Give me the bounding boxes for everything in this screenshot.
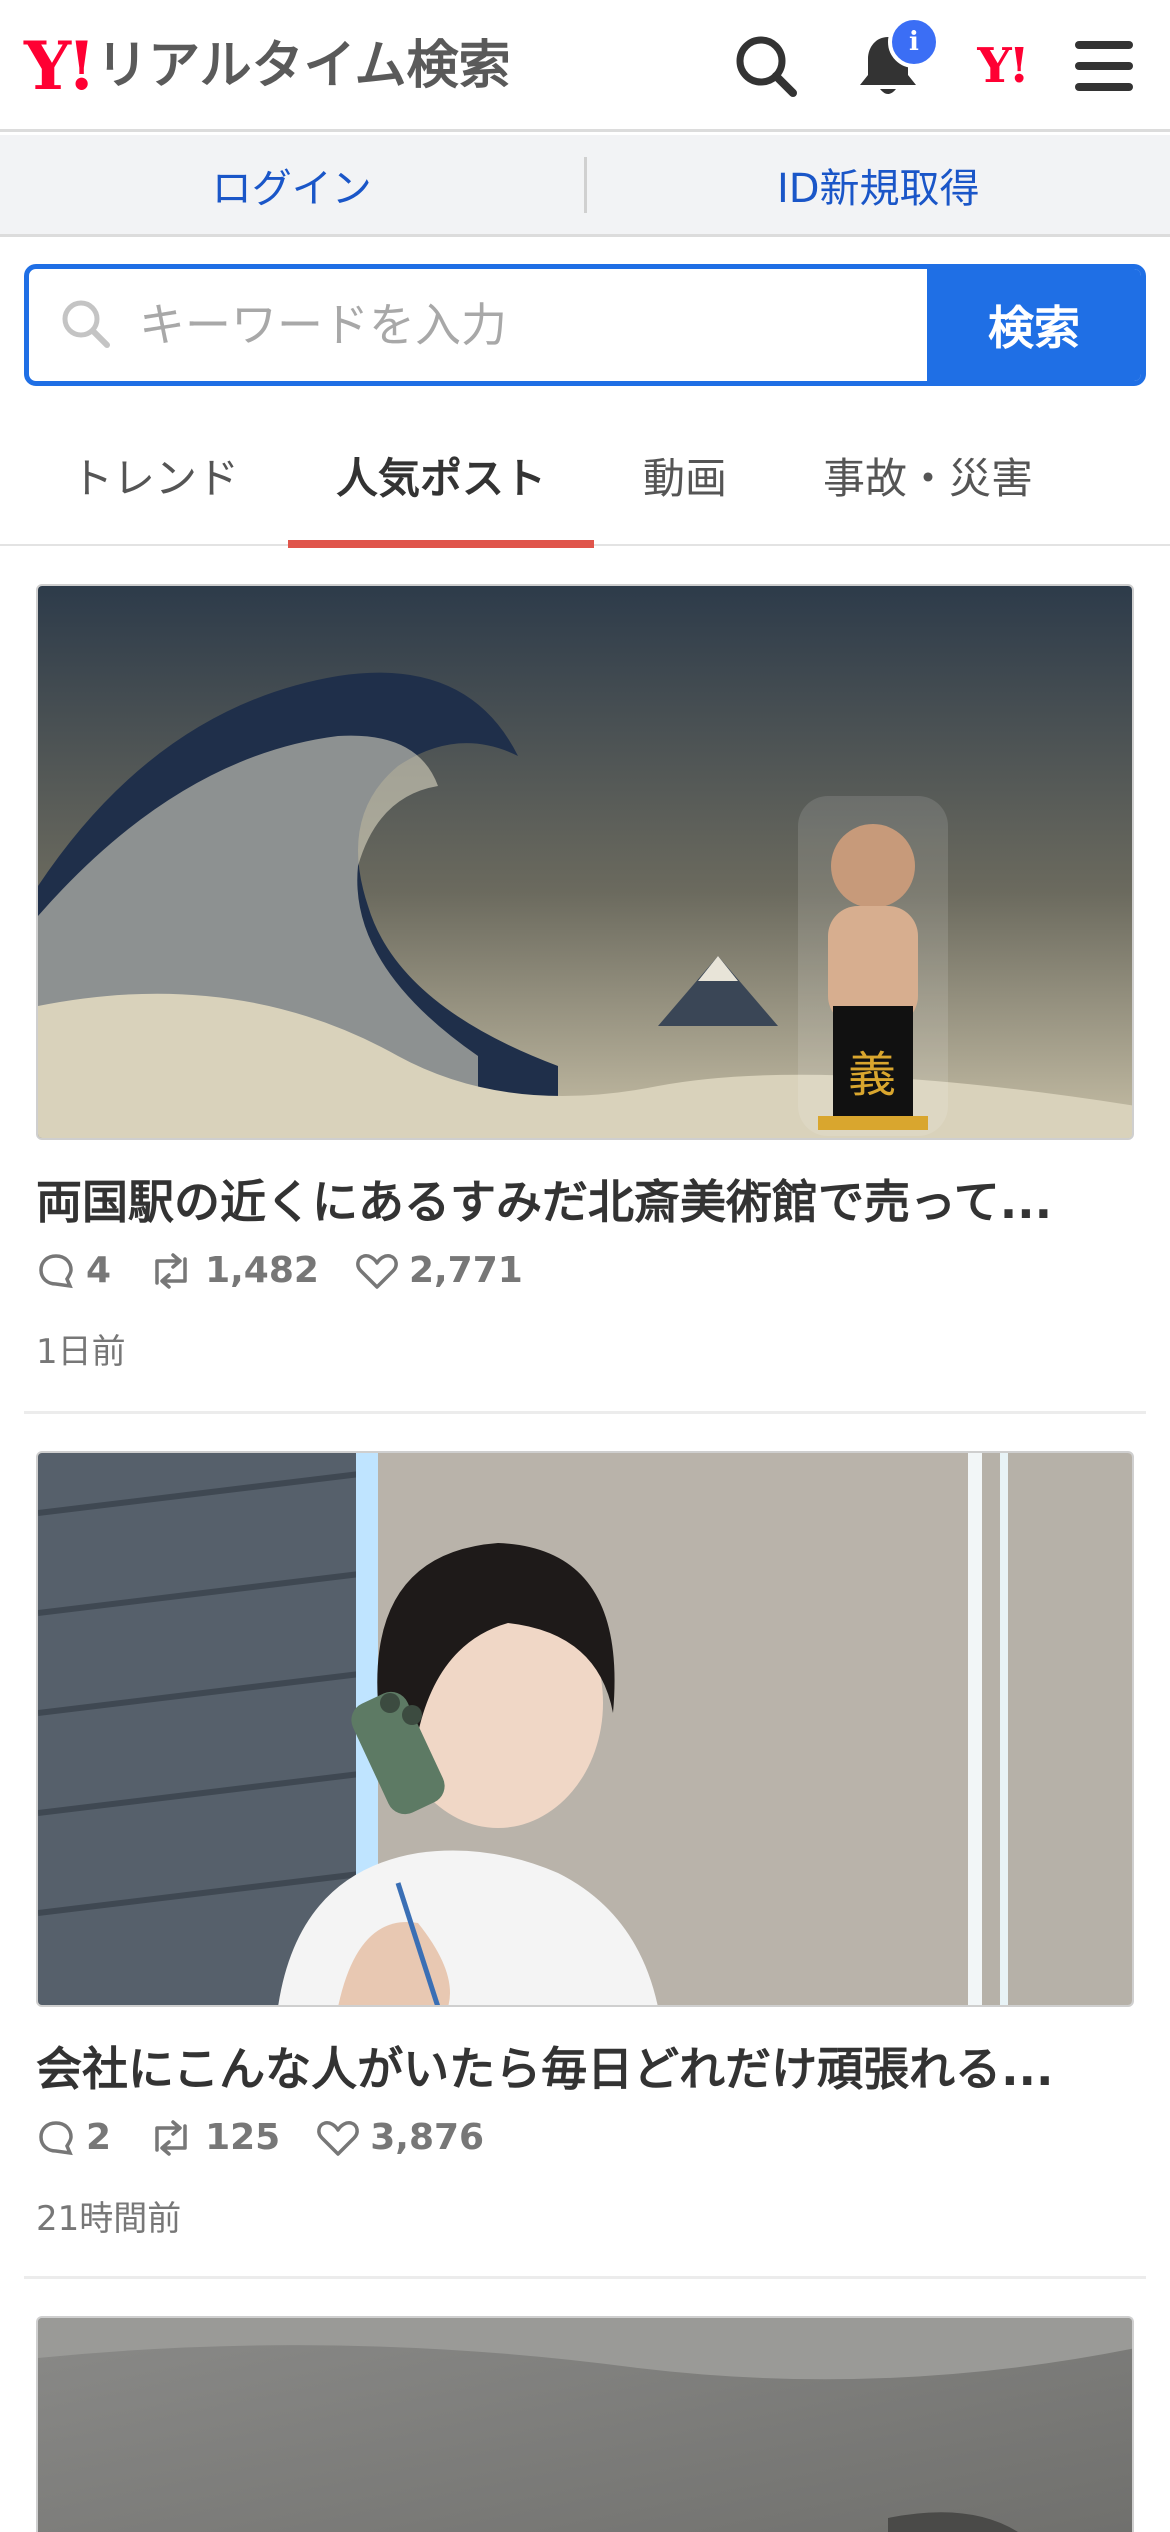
notification-badge: i [888,16,940,68]
yahoo-logo-mark: Y! [24,27,96,105]
tab-accident-disaster[interactable]: 事故・災害 [800,404,1056,546]
post-image[interactable] [36,1451,1134,2007]
post-card[interactable] [24,2316,1146,2532]
register-link[interactable]: ID新規取得 [587,135,1170,234]
post-title[interactable]: 両国駅の近くにあるすみだ北斎美術館で売って... [36,1166,1134,1232]
tab-bar: トレンド 人気ポスト 動画 事故・災害 [0,404,1170,548]
tab-trend[interactable]: トレンド [40,404,270,546]
reply-count-value: 2 [86,2117,112,2158]
search-input-icon [59,297,111,353]
reply-count[interactable]: 4 [36,1250,111,1291]
reply-count[interactable]: 2 [36,2117,111,2158]
like-count[interactable]: 3,876 [316,2117,484,2158]
repost-count-value: 1,482 [205,1250,319,1291]
post-stats: 2 125 3,876 [36,2117,520,2158]
reply-count-value: 4 [86,1250,112,1291]
yahoo-realtime-logo[interactable]: Y! リアルタイム検索 [24,26,511,106]
reply-icon [39,2120,73,2155]
post-title[interactable]: 会社にこんな人がいたら毎日どれだけ頑張れる... [36,2033,1134,2099]
post-image[interactable] [36,2316,1134,2532]
search-icon[interactable] [726,26,806,106]
app-header: Y! リアルタイム検索 i Y! [0,0,1170,132]
post-divider [24,1411,1146,1414]
repost-count[interactable]: 1,482 [147,1250,319,1291]
heart-icon [356,1253,398,1289]
search-button[interactable]: 検索 [927,269,1141,381]
like-count-value: 2,771 [408,1250,523,1291]
tab-popular-posts[interactable]: 人気ポスト [288,404,594,548]
svg-text:義: 義 [848,1047,896,1103]
repost-icon [155,1252,187,1289]
reply-icon [39,1253,73,1288]
post-card[interactable]: 義 両国駅の近くにあるすみだ北斎美術館で売って... 4 1,482 2,771… [24,584,1146,1374]
post-timestamp: 21時間前 [36,2199,182,2239]
repost-icon [155,2119,187,2156]
search-input[interactable] [139,298,839,352]
yahoo-japan-icon[interactable]: Y! [962,26,1042,106]
search-field[interactable] [29,269,927,381]
repost-count[interactable]: 125 [147,2117,280,2158]
logo-title: リアルタイム検索 [96,36,511,96]
search-box: 検索 [24,264,1146,386]
menu-icon[interactable] [1064,26,1144,106]
heart-icon [317,2120,360,2156]
auth-bar: ログイン ID新規取得 [0,135,1170,237]
post-stats: 4 1,482 2,771 [36,1250,559,1291]
post-timestamp: 1日前 [36,1332,126,1372]
post-divider [24,2276,1146,2279]
post-card[interactable]: 会社にこんな人がいたら毎日どれだけ頑張れる... 2 125 3,876 21時… [24,1451,1146,2241]
repost-count-value: 125 [205,2117,281,2158]
tab-video[interactable]: 動画 [610,404,760,546]
like-count-value: 3,876 [370,2117,485,2158]
login-link[interactable]: ログイン [0,135,584,234]
yahoo-japan-mark: Y! [977,38,1029,94]
post-image[interactable]: 義 [36,584,1134,1140]
like-count[interactable]: 2,771 [355,1250,523,1291]
